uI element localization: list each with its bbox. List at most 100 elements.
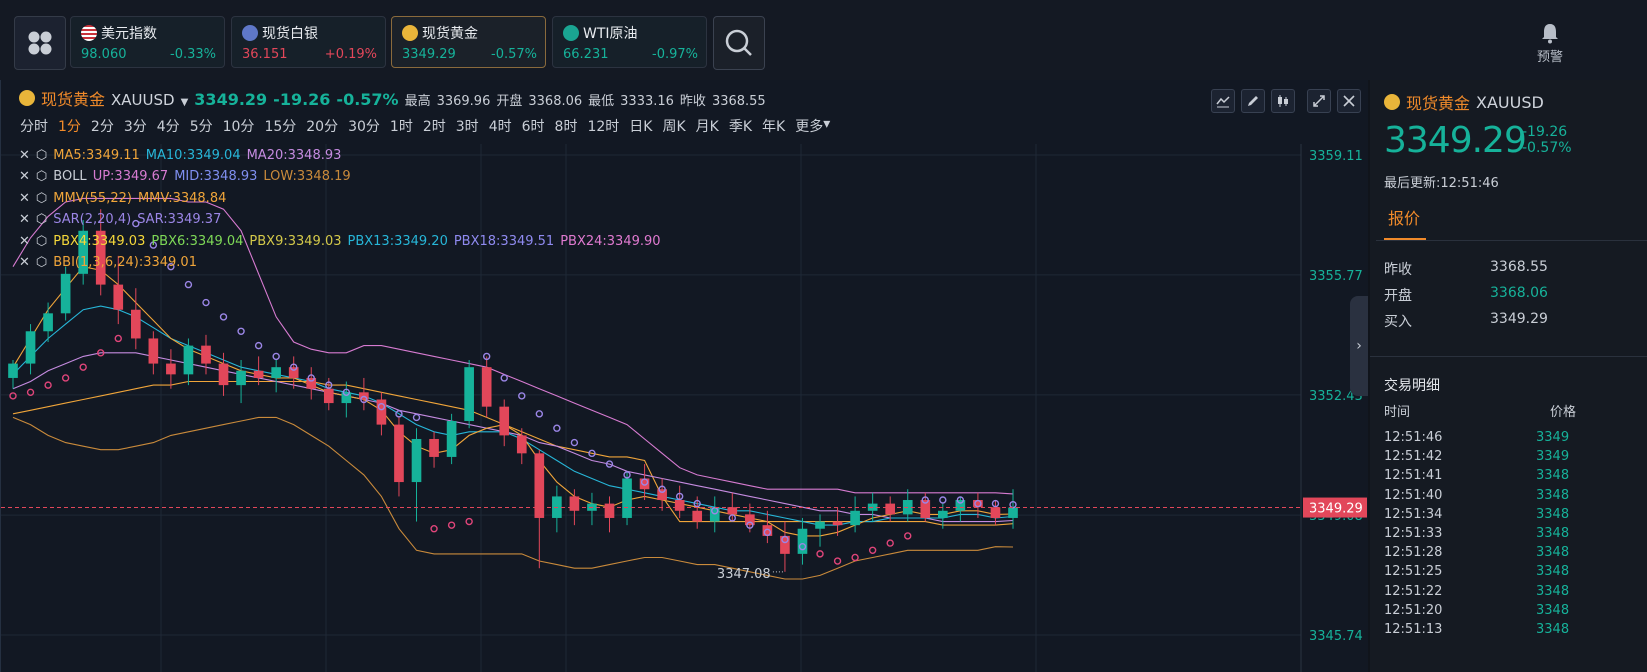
close-icon[interactable]: ✕ — [19, 148, 30, 163]
trade-time: 12:51:33 — [1384, 526, 1443, 541]
candle-body — [481, 367, 492, 407]
sar-dot — [272, 352, 280, 361]
settings-icon[interactable]: ⬡ — [36, 212, 47, 227]
candle-body — [25, 331, 36, 364]
symbol-code[interactable]: XAUUSD — [111, 91, 175, 109]
candle-body — [43, 313, 53, 332]
ticker-price: 36.151 — [242, 47, 288, 62]
period-tab[interactable]: 5分 — [190, 116, 213, 136]
candle-body — [990, 507, 1001, 518]
period-tab[interactable]: 周K — [662, 116, 685, 136]
settings-icon[interactable]: ⬡ — [36, 148, 47, 163]
trade-row: 12:51:20 3348 — [1384, 603, 1644, 618]
candle-body — [113, 284, 124, 310]
ticker-change: -0.97% — [652, 47, 698, 62]
chart-header: 现货黄金 XAUUSD ▼ 3349.29 -19.26 -0.57% 最高 33… — [19, 86, 766, 110]
close-icon[interactable]: ✕ — [19, 169, 30, 184]
indicator-value: SAR(2,20,4) — [53, 212, 132, 228]
close-icon[interactable]: ✕ — [19, 212, 30, 227]
period-tab[interactable]: 1时 — [390, 116, 413, 136]
trade-price: 3348 — [1536, 506, 1570, 522]
period-tab[interactable]: 3时 — [456, 116, 479, 136]
period-tab[interactable]: 4时 — [489, 116, 512, 136]
open-label: 开盘 — [496, 94, 523, 109]
col-time: 时间 — [1384, 405, 1411, 420]
period-tab[interactable]: 4分 — [157, 116, 180, 136]
prev-close-value: 3368.55 — [711, 94, 766, 109]
apps-menu-button[interactable] — [14, 16, 66, 70]
chevron-right-icon: › — [1356, 338, 1362, 354]
chevron-down-icon[interactable]: ▼ — [181, 97, 189, 108]
indicator-row: ✕ ⬡ MMV(55,22) MMV:3348.84 — [19, 191, 226, 206]
period-tab[interactable]: 2分 — [91, 116, 114, 136]
indicator-button[interactable] — [1211, 89, 1235, 113]
period-tab[interactable]: 年K — [762, 116, 785, 136]
trade-price: 3348 — [1536, 487, 1570, 503]
alert-button[interactable]: 预警 — [1530, 22, 1570, 65]
settings-icon[interactable]: ⬡ — [36, 169, 47, 184]
period-tab[interactable]: 6时 — [522, 116, 545, 136]
sar-dot — [500, 374, 508, 382]
sar-dot — [518, 392, 526, 400]
settings-icon[interactable]: ⬡ — [36, 255, 47, 270]
period-tab[interactable]: 12时 — [587, 116, 619, 136]
close-chart-button[interactable] — [1337, 89, 1361, 113]
search-button[interactable] — [713, 16, 765, 70]
candle-body — [955, 500, 966, 511]
fullscreen-button[interactable] — [1307, 89, 1331, 113]
period-tab[interactable]: 1分 — [58, 116, 81, 136]
period-tab[interactable]: 8时 — [555, 116, 578, 136]
trade-price: 3348 — [1536, 545, 1570, 561]
period-tab[interactable]: 20分 — [306, 116, 338, 136]
ticker-wti-oil[interactable]: WTI原油 66.231 -0.97% — [552, 16, 707, 68]
ticker-change: +0.19% — [324, 47, 377, 62]
period-tab[interactable]: 15分 — [264, 116, 296, 136]
period-tab[interactable]: 季K — [729, 116, 752, 136]
chart-type-button[interactable] — [1271, 89, 1295, 113]
candle-body — [411, 438, 422, 483]
sar-dot — [254, 341, 263, 350]
quote-price: 3349.29 — [1384, 120, 1527, 161]
close-icon[interactable]: ✕ — [19, 234, 30, 249]
indicator-row: ✕ ⬡ MA5:3349.11 MA10:3349.04 MA20:3348.93 — [19, 148, 341, 163]
quote-symbol-code: XAUUSD — [1476, 92, 1544, 112]
trade-time: 12:51:28 — [1384, 545, 1443, 561]
trade-time: 12:51:46 — [1384, 430, 1443, 445]
candle-body — [569, 496, 580, 511]
tab-quote[interactable]: 报价 — [1388, 205, 1420, 229]
chevron-down-icon: ▾ — [823, 116, 831, 132]
indicator-value: MID:3348.93 — [174, 169, 258, 185]
settings-icon[interactable]: ⬡ — [36, 234, 47, 249]
ticker-spot-silver[interactable]: 现货白银 36.151 +0.19% — [231, 16, 386, 68]
period-tab[interactable]: 30分 — [348, 116, 380, 136]
trade-row: 12:51:28 3348 — [1384, 545, 1644, 560]
candle-body — [8, 363, 18, 378]
sar-dot — [904, 532, 912, 540]
close-icon[interactable]: ✕ — [19, 191, 30, 206]
sar-dot — [184, 280, 193, 289]
ticker-change: -0.57% — [491, 47, 537, 62]
period-tab[interactable]: 日K — [629, 116, 652, 136]
candle-body — [938, 510, 948, 518]
top-bar: 美元指数 98.060 -0.33% 现货白银 36.151 +0.19% 现货… — [0, 0, 1647, 80]
period-tab[interactable]: 月K — [696, 116, 719, 136]
quote-label: 开盘 — [1384, 288, 1412, 304]
period-tab[interactable]: 更多 — [795, 116, 823, 136]
ticker-spot-gold[interactable]: 现货黄金 3349.29 -0.57% — [391, 16, 546, 68]
open-value: 3368.06 — [528, 94, 583, 109]
period-tab[interactable]: 3分 — [124, 116, 147, 136]
period-tab[interactable]: 10分 — [223, 116, 255, 136]
sar-dot — [939, 496, 947, 504]
settings-icon[interactable]: ⬡ — [36, 191, 47, 206]
close-icon[interactable]: ✕ — [19, 255, 30, 270]
sar-dot — [44, 381, 52, 389]
collapse-panel-button[interactable]: › — [1350, 296, 1368, 396]
trade-time: 12:51:25 — [1384, 564, 1443, 580]
ma5-line — [12, 266, 1014, 537]
draw-button[interactable] — [1241, 89, 1265, 113]
period-tab[interactable]: 分时 — [20, 116, 48, 136]
period-tab[interactable]: 2时 — [423, 116, 446, 136]
ticker-usd-index[interactable]: 美元指数 98.060 -0.33% — [70, 16, 225, 68]
indicator-value: LOW:3348.19 — [263, 169, 351, 185]
candle-body — [850, 510, 860, 526]
